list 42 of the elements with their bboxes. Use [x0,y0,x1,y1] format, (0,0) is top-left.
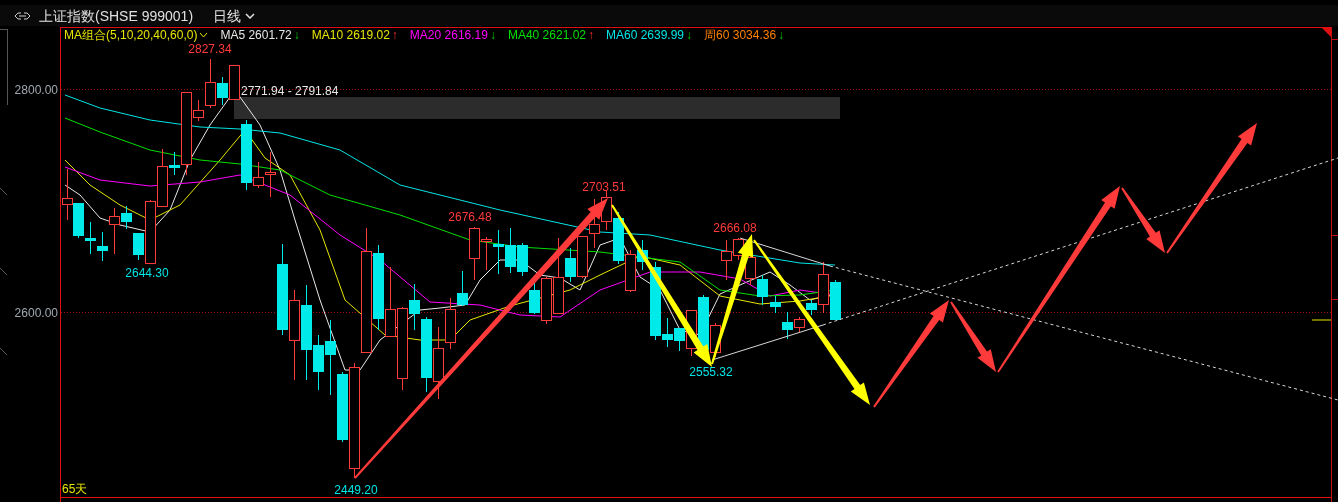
ma-group-selector[interactable]: MA组合(5,10,20,40,60,0) [64,28,209,42]
candlestick [85,221,96,255]
moving-average-value: MA20 2616.19 [409,28,488,42]
price-label: 2666.08 [713,221,757,236]
candlestick [577,235,588,279]
instrument-title: 上证指数(SHSE 999001) [39,8,194,23]
price-cursor-mark [1311,319,1332,321]
moving-average-value: MA5 2601.72 [220,28,292,42]
trend-arrow-icon: ↓ [293,28,300,42]
price-label: 2644.30 [125,265,169,280]
candlestick [229,64,240,101]
moving-average-value: MA60 2639.99 [606,28,685,42]
trend-arrow-icon: ↑ [588,28,594,42]
candlestick [517,242,528,277]
moving-average-value: MA10 2619.02 [311,28,390,42]
candlestick [757,274,768,306]
moving-average-value: MA40 2621.02 [507,28,586,42]
trend-arrow-icon: ↓ [778,28,785,42]
price-label: 2449.20 [334,483,378,498]
y-axis-label: 2600.00 [14,305,58,320]
price-label: 2703.51 [582,179,626,194]
period-dropdown[interactable]: 日线 [213,8,256,23]
candlestick [613,211,624,265]
visible-days-label: 65天 [62,482,88,496]
moving-average-value: 周60 3034.36 [704,28,777,42]
candlestick [589,198,600,249]
candlestick [493,229,504,275]
link-icon [14,11,31,20]
chevron-down-icon [199,32,209,38]
candlestick [505,227,516,274]
price-label: 2555.32 [689,364,733,379]
candlestick [625,249,636,293]
candlestick [830,279,841,321]
trend-arrow-icon: ↓ [489,28,496,42]
trend-arrow-icon: ↑ [391,28,398,42]
price-label: 2676.48 [448,209,492,224]
price-label: 2827.34 [188,41,232,56]
price-range-label: 2771.94 - 2791.84 [241,84,339,98]
candlestick [385,266,396,337]
trend-arrow-icon: ↓ [686,28,693,42]
chevron-down-icon [245,12,256,19]
y-axis-label: 2800.00 [14,82,58,97]
